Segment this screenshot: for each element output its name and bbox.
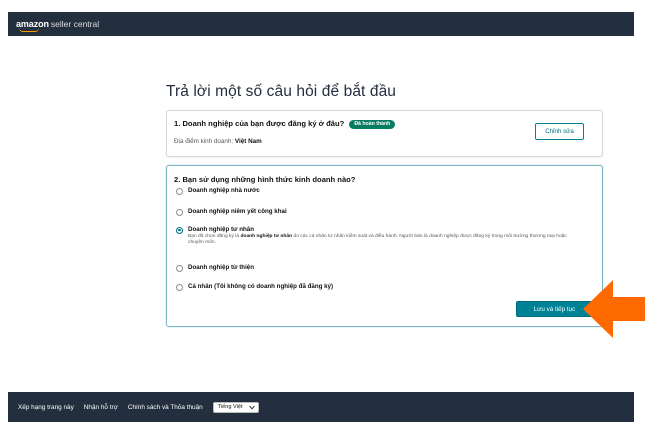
option-description: Bạn đã chọn đăng ký là doanh nghiệp tư n… xyxy=(188,234,583,247)
page-title: Trả lời một số câu hỏi để bắt đầu xyxy=(166,83,397,100)
option-charity[interactable]: Doanh nghiệp từ thiện xyxy=(176,264,254,272)
question-2-card: 2. Bạn sử dụng những hình thức kinh doan… xyxy=(166,165,603,327)
desc-before: Bạn đã chọn đăng ký là xyxy=(188,234,241,239)
option-public-listed[interactable]: Doanh nghiệp niêm yết công khai xyxy=(176,208,287,216)
radio-state-enterprise[interactable] xyxy=(176,187,183,195)
business-location-label: Địa điểm kinh doanh: xyxy=(174,138,235,145)
language-value: Tiếng Việt xyxy=(217,404,243,410)
footer-bar: Xếp hạng trang này Nhận hỗ trợ Chính sác… xyxy=(8,392,634,422)
radio-individual[interactable] xyxy=(176,283,183,291)
business-location-value: Việt Nam xyxy=(234,138,262,145)
radio-private-enterprise-selected[interactable] xyxy=(176,226,183,234)
radio-public-listed[interactable] xyxy=(176,208,183,216)
top-nav-bar: amazon seller central xyxy=(8,12,634,36)
desc-bold: doanh nghiệp tư nhân xyxy=(240,234,293,239)
footer-link-get-support[interactable]: Nhận hỗ trợ xyxy=(84,404,118,411)
question-1-text: 1. Doanh nghiệp của bạn được đăng ký ở đ… xyxy=(174,119,345,128)
question-1-card: 1. Doanh nghiệp của bạn được đăng ký ở đ… xyxy=(166,110,603,157)
logo-amazon-text: amazon xyxy=(16,19,49,32)
edit-button[interactable]: Chỉnh sửa xyxy=(535,123,584,140)
question-1-title: 1. Doanh nghiệp của bạn được đăng ký ở đ… xyxy=(174,119,396,129)
logo-product-text: seller central xyxy=(50,19,100,29)
option-private-enterprise[interactable]: Doanh nghiệp tư nhân Bạn đã chọn đăng ký… xyxy=(176,226,583,247)
option-label: Doanh nghiệp từ thiện xyxy=(188,264,255,271)
amazon-seller-central-logo[interactable]: amazon seller central xyxy=(16,19,100,32)
business-location: Địa điểm kinh doanh: Việt Nam xyxy=(174,138,262,145)
left-arrow-icon xyxy=(583,280,645,338)
option-label: Doanh nghiệp nhà nước xyxy=(188,187,260,194)
save-and-continue-button[interactable]: Lưu và tiếp tục xyxy=(516,301,593,317)
question-2-title: 2. Bạn sử dụng những hình thức kinh doan… xyxy=(174,175,356,184)
option-state-enterprise[interactable]: Doanh nghiệp nhà nước xyxy=(176,187,260,195)
completed-badge: Đã hoàn thành xyxy=(349,119,396,129)
language-select[interactable]: Tiếng Việt xyxy=(212,401,259,413)
option-label: Cá nhân (Tôi không có doanh nghiệp đã đă… xyxy=(188,283,334,290)
footer-link-policies[interactable]: Chính sách và Thỏa thuận xyxy=(128,404,203,411)
option-label: Doanh nghiệp tư nhân xyxy=(188,226,255,233)
option-label: Doanh nghiệp niêm yết công khai xyxy=(188,208,287,215)
radio-charity[interactable] xyxy=(176,264,183,272)
option-individual[interactable]: Cá nhân (Tôi không có doanh nghiệp đã đă… xyxy=(176,283,333,291)
chevron-down-icon xyxy=(248,405,255,410)
footer-link-rate-page[interactable]: Xếp hạng trang này xyxy=(18,404,74,411)
